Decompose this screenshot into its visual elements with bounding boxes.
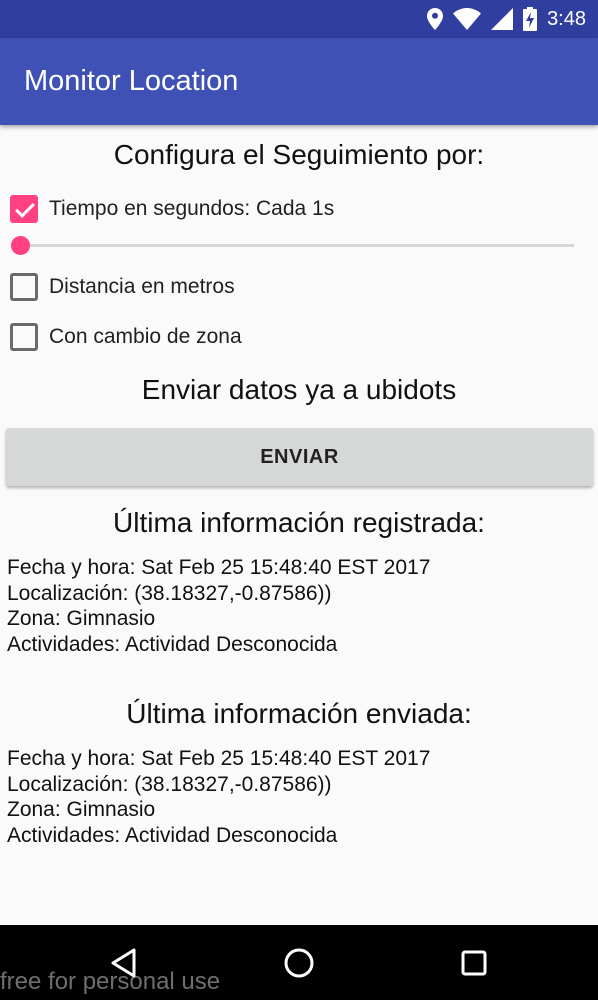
time-option-label: Tiempo en segundos: Cada 1s	[49, 197, 335, 220]
main-content: Configura el Seguimiento por: Tiempo en …	[0, 125, 598, 925]
status-bar: 3:48	[0, 0, 598, 38]
last-recorded-heading: Última información registrada:	[113, 507, 485, 538]
time-option-row[interactable]: Tiempo en segundos: Cada 1s	[10, 194, 334, 224]
home-icon[interactable]	[282, 946, 316, 980]
recents-icon[interactable]	[457, 946, 491, 980]
time-checkbox[interactable]	[10, 195, 38, 223]
distance-option-row[interactable]: Distancia en metros	[10, 272, 235, 302]
send-button[interactable]: ENVIAR	[6, 428, 593, 486]
distance-option-label: Distancia en metros	[49, 275, 235, 298]
send-heading: Enviar datos ya a ubidots	[141, 374, 457, 405]
sent-activities: Actividades: Actividad Desconocida	[7, 823, 338, 847]
sent-date: Fecha y hora: Sat Feb 25 15:48:40 EST 20…	[7, 747, 431, 770]
recorded-date: Fecha y hora: Sat Feb 25 15:48:40 EST 20…	[7, 556, 431, 579]
app-bar: Monitor Location	[0, 38, 598, 125]
last-recorded-info: Fecha y hora: Sat Feb 25 15:48:40 EST 20…	[7, 555, 587, 657]
recorded-zone: Zona: Gimnasio	[7, 607, 156, 630]
tracking-heading: Configura el Seguimiento por:	[113, 139, 485, 170]
wifi-icon	[453, 8, 482, 30]
last-sent-heading: Última información enviada:	[126, 698, 472, 729]
zone-checkbox[interactable]	[10, 323, 38, 351]
distance-checkbox[interactable]	[10, 273, 38, 301]
recorded-location: Localización: (38.18327,-0.87586))	[7, 581, 332, 605]
sent-zone: Zona: Gimnasio	[7, 798, 156, 821]
recorded-activities: Actividades: Actividad Desconocida	[7, 632, 338, 656]
zone-option-label: Con cambio de zona	[49, 325, 242, 348]
last-sent-info: Fecha y hora: Sat Feb 25 15:48:40 EST 20…	[7, 746, 587, 848]
signal-icon	[491, 8, 514, 30]
app-title: Monitor Location	[24, 65, 239, 97]
sent-location: Localización: (38.18327,-0.87586))	[7, 772, 332, 796]
slider-thumb[interactable]	[11, 236, 30, 255]
time-slider[interactable]	[11, 233, 574, 257]
status-time: 3:48	[547, 7, 586, 30]
watermark: free for personal use	[0, 968, 221, 995]
status-icons: 3:48	[427, 6, 586, 32]
location-icon	[427, 8, 444, 30]
zone-option-row[interactable]: Con cambio de zona	[10, 322, 242, 352]
slider-track	[20, 244, 574, 247]
battery-charging-icon	[523, 7, 538, 31]
